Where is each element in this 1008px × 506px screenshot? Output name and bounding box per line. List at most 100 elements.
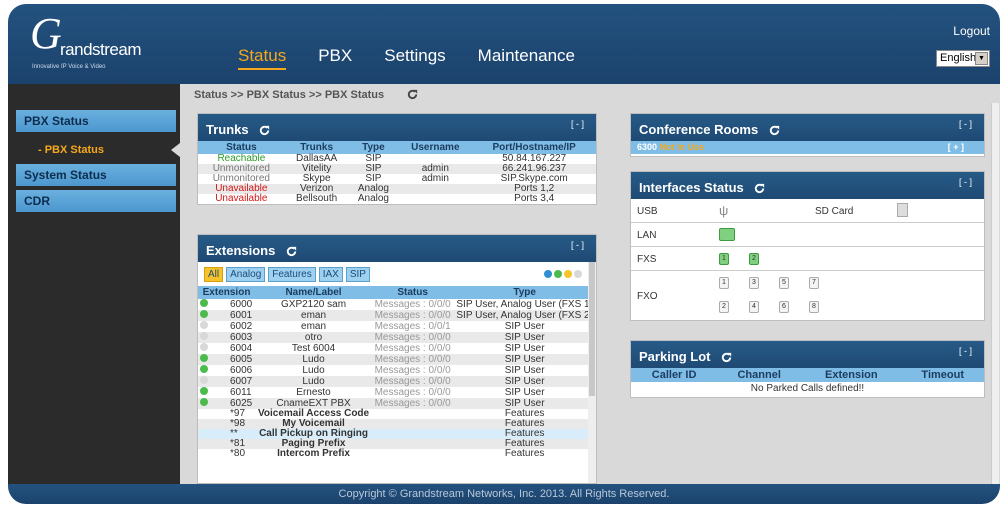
breadcrumb: Status >> PBX Status >> PBX Status [194, 89, 385, 101]
fxs-label: FXS [637, 254, 657, 265]
extension-name: Ludo [302, 364, 325, 376]
extension-cell: *98 [198, 419, 256, 429]
extension-type: SIP User, Analog User (FXS 1) [456, 298, 593, 310]
table-row[interactable]: 6002 eman Messages : 0/0/1 SIP User [198, 321, 596, 332]
grandstream-logo: G randstream Innovative IP Voice & Video [30, 12, 160, 72]
col-channel: Channel [717, 368, 802, 382]
refresh-icon[interactable] [406, 88, 419, 101]
filter-analog[interactable]: Analog [226, 266, 266, 282]
extension-status [372, 449, 453, 459]
extensions-toggle[interactable]: [ - ] [571, 240, 584, 250]
extension-status: Messages : 0/0/0 [374, 342, 451, 354]
extensions-scrollbar[interactable] [588, 262, 596, 483]
fxo-port-5: 5 [779, 277, 789, 289]
table-row[interactable]: 6007 Ludo Messages : 0/0/0 SIP User [198, 376, 596, 387]
extension-cell: *80 [198, 449, 255, 459]
filter-iax[interactable]: IAX [318, 266, 343, 282]
room-number: 6300 [637, 142, 658, 152]
trunk-username [398, 194, 472, 204]
parking-panel: Parking Lot [ - ] Caller ID Channel Exte… [630, 340, 985, 398]
trunk-trunk: Bellsouth [296, 193, 338, 204]
room-expand-toggle[interactable]: [ + ] [948, 142, 964, 152]
extension-cell: 6000 [198, 299, 255, 310]
extension-type: SIP User, Analog User (FXS 2) [453, 310, 596, 321]
chevron-down-icon[interactable]: ▼ [975, 52, 988, 65]
conference-title: Conference Rooms [639, 122, 759, 137]
table-row[interactable]: *80 Intercom Prefix Features [198, 449, 596, 459]
refresh-icon[interactable] [285, 245, 298, 258]
table-row[interactable]: 6001 eman Messages : 0/0/0 SIP User, Analog… [198, 310, 596, 321]
refresh-icon[interactable] [258, 124, 271, 137]
trunks-panel: Trunks [ - ] Status Trunks Type Username… [197, 113, 597, 205]
status-dot-icon [200, 343, 208, 351]
footer: Copyright © Grandstream Networks, Inc. 2… [8, 484, 1000, 504]
sd-card-label: SD Card [815, 206, 854, 217]
extensions-header: Extensions [ - ] [198, 235, 596, 262]
extension-status [372, 409, 453, 419]
extension-name: Ludo [255, 376, 372, 387]
conference-toggle[interactable]: [ - ] [959, 119, 972, 129]
sidebar-subitem-pbx-status[interactable]: - PBX Status [38, 144, 104, 156]
conference-panel: Conference Rooms [ - ] 6300 Not In Use [… [630, 113, 985, 157]
logo-word: randstream [60, 40, 141, 59]
trunks-header: Trunks [ - ] [198, 114, 596, 141]
trunks-title: Trunks [206, 122, 249, 137]
extension-number: 6000 [230, 299, 253, 310]
table-row[interactable]: 6003 otro Messages : 0/0/0 SIP User [198, 332, 596, 343]
trunks-toggle[interactable]: [ - ] [571, 119, 584, 129]
table-row[interactable]: 6005 Ludo Messages : 0/0/0 SIP User [198, 354, 596, 365]
refresh-icon[interactable] [720, 351, 733, 364]
extension-status [371, 419, 454, 429]
table-row[interactable]: 6006 Ludo Messages : 0/0/0 SIP User [198, 365, 596, 376]
sidebar-item-pbx-status[interactable]: PBX Status [16, 110, 176, 132]
trunk-username: admin [421, 173, 449, 184]
col-extension: Extension [801, 368, 902, 382]
status-dot-icon [200, 387, 208, 395]
sidebar-item-system-status[interactable]: System Status [16, 164, 176, 186]
main-nav: Status PBX Settings Maintenance [238, 46, 575, 70]
language-select[interactable]: English ▼ [936, 50, 990, 67]
extension-cell: 6006 [198, 365, 255, 376]
extension-number: 6002 [230, 321, 253, 332]
refresh-icon[interactable] [753, 182, 766, 195]
interfaces-header: Interfaces Status [ - ] [631, 172, 984, 199]
extension-number: 6004 [230, 343, 253, 354]
interfaces-toggle[interactable]: [ - ] [959, 177, 972, 187]
nav-pbx[interactable]: PBX [318, 46, 352, 70]
nav-settings[interactable]: Settings [384, 46, 445, 70]
refresh-icon[interactable] [768, 124, 781, 137]
filter-sip[interactable]: SIP [345, 266, 370, 282]
extension-filters: All Analog Features IAX SIP [198, 262, 596, 286]
extension-type: SIP User [453, 376, 596, 387]
nav-maintenance[interactable]: Maintenance [478, 46, 575, 70]
table-row[interactable]: Unavailable Bellsouth Analog Ports 3,4 [198, 194, 596, 204]
logout-link[interactable]: Logout [953, 24, 990, 38]
extension-status: Messages : 0/0/0 [371, 310, 454, 321]
sidebar-item-cdr[interactable]: CDR [16, 190, 176, 212]
extension-status: Messages : 0/0/0 [371, 398, 454, 409]
usb-row: USB ψ SD Card [631, 199, 984, 223]
col-timeout: Timeout [901, 368, 984, 382]
table-row[interactable]: 6011 Ernesto Messages : 0/0/0 SIP User [198, 387, 596, 398]
extension-number: 6001 [230, 310, 253, 321]
nav-status[interactable]: Status [238, 46, 287, 70]
fxo-port-8: 8 [809, 301, 819, 313]
lan-label: LAN [637, 230, 657, 241]
scroll-thumb[interactable] [589, 262, 595, 396]
fxs-row: FXS 1 2 [631, 247, 984, 271]
fxo-label: FXO [637, 291, 658, 302]
extension-name: eman [301, 320, 327, 332]
extension-type: SIP User [504, 342, 545, 354]
table-row[interactable]: 6000 GXP2120 sam Messages : 0/0/0 SIP User,… [198, 299, 596, 310]
status-dot-icon [200, 332, 208, 340]
status-dot-icon [200, 310, 208, 318]
table-row[interactable]: 6004 Test 6004 Messages : 0/0/0 SIP User [198, 343, 596, 354]
parking-toggle[interactable]: [ - ] [959, 346, 972, 356]
conference-room-row[interactable]: 6300 Not In Use [ + ] [631, 141, 984, 154]
extension-number: 6003 [230, 332, 253, 343]
filter-features[interactable]: Features [268, 266, 316, 282]
page-scrollbar[interactable] [991, 103, 999, 484]
filter-all[interactable]: All [204, 266, 224, 282]
sidebar: PBX Status - PBX Status System Status CD… [8, 84, 180, 484]
extension-cell: 6003 [198, 332, 256, 343]
